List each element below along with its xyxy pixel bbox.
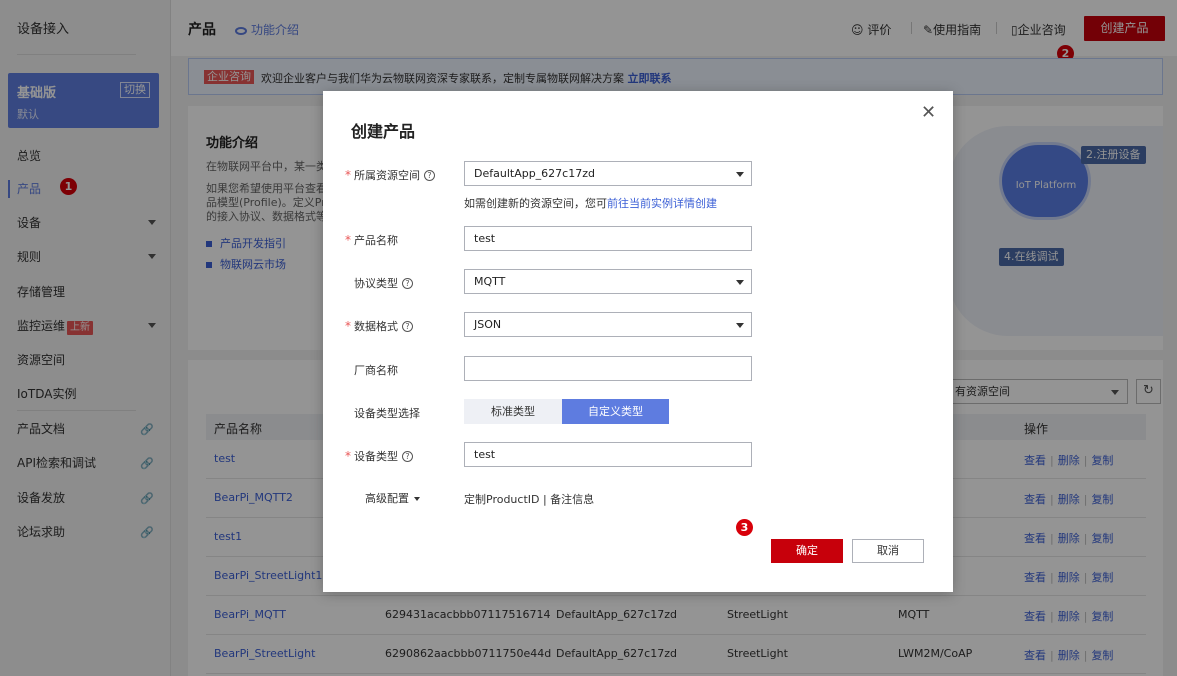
create-product-dialog: 创建产品 ✕ * 所属资源空间? DefaultApp_627c17zd 如需创建… (323, 91, 953, 592)
label-text: 设备类型选择 (354, 407, 420, 420)
dialog-title: 创建产品 (351, 122, 416, 141)
chevron-down-icon (414, 497, 420, 501)
chevron-down-icon (736, 323, 744, 328)
advanced-config-options[interactable]: 定制ProductID | 备注信息 (464, 491, 594, 507)
label-text: 高级配置 (365, 492, 409, 505)
resource-space-select[interactable]: DefaultApp_627c17zd (464, 161, 752, 186)
required-mark: * (345, 168, 351, 182)
device-type-label: * 设备类型? (345, 448, 413, 464)
protocol-select[interactable]: MQTT (464, 269, 752, 294)
standard-type-option[interactable]: 标准类型 (464, 399, 562, 424)
help-icon[interactable]: ? (402, 451, 413, 462)
custom-type-option[interactable]: 自定义类型 (562, 399, 669, 424)
label-text: 数据格式 (354, 320, 398, 333)
help-icon[interactable]: ? (402, 321, 413, 332)
required-mark: * (345, 319, 351, 333)
instance-detail-link[interactable]: 前往当前实例详情创建 (607, 197, 717, 210)
data-format-select[interactable]: JSON (464, 312, 752, 337)
select-value: JSON (474, 318, 502, 331)
product-name-label: * 产品名称 (345, 232, 398, 248)
help-icon[interactable]: ? (424, 170, 435, 181)
advanced-config-toggle[interactable]: 高级配置 (365, 490, 420, 506)
vendor-label: 厂商名称 (345, 362, 398, 378)
label-text: 协议类型 (354, 277, 398, 290)
product-name-input[interactable]: test (464, 226, 752, 251)
resource-space-label: * 所属资源空间? (345, 167, 435, 183)
vendor-input[interactable] (464, 356, 752, 381)
input-value: test (474, 232, 496, 245)
confirm-button[interactable]: 确定 (771, 539, 843, 563)
label-text: 所属资源空间 (354, 169, 420, 182)
close-icon[interactable]: ✕ (921, 104, 936, 122)
input-value: test (474, 448, 496, 461)
step-marker-3: 3 (736, 519, 753, 536)
device-type-select-label: 设备类型选择 (345, 405, 420, 421)
data-format-label: * 数据格式? (345, 318, 413, 334)
cancel-button[interactable]: 取消 (852, 539, 924, 563)
label-text: 厂商名称 (354, 364, 398, 377)
protocol-label: 协议类型? (345, 275, 413, 291)
help-icon[interactable]: ? (402, 278, 413, 289)
resource-space-hint: 如需创建新的资源空间，您可前往当前实例详情创建 (464, 195, 717, 211)
label-text: 设备类型 (354, 450, 398, 463)
required-mark: * (345, 233, 351, 247)
hint-text: 如需创建新的资源空间，您可 (464, 197, 607, 210)
select-value: MQTT (474, 275, 506, 288)
chevron-down-icon (736, 280, 744, 285)
label-text: 产品名称 (354, 234, 398, 247)
device-type-input[interactable]: test (464, 442, 752, 467)
select-value: DefaultApp_627c17zd (474, 167, 595, 180)
chevron-down-icon (736, 172, 744, 177)
required-mark: * (345, 449, 351, 463)
